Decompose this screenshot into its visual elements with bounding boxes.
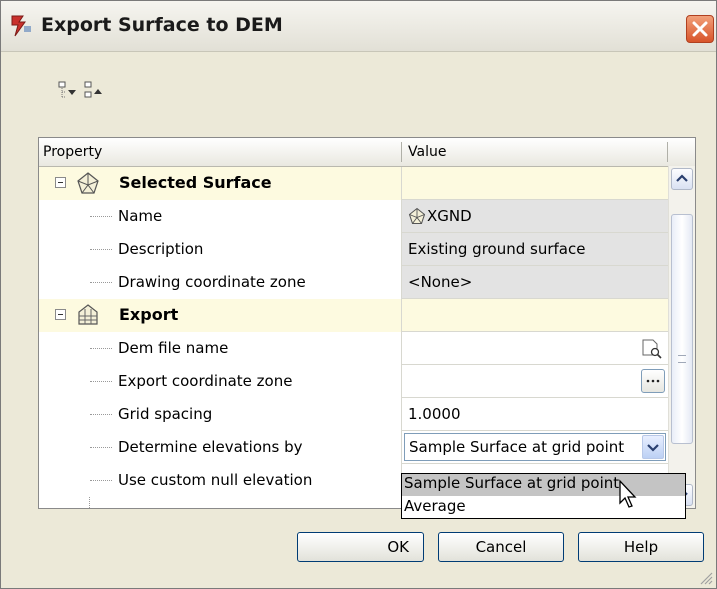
property-label: Use custom null elevation [118, 471, 313, 489]
chevron-down-icon [647, 444, 659, 452]
mouse-cursor-icon [619, 479, 637, 508]
property-row-determine-elevations-by[interactable]: Determine elevations by Sample Surface a… [39, 431, 668, 464]
category-label: Export [119, 305, 179, 324]
title-bar[interactable]: Export Surface to DEM [1, 1, 716, 52]
grid-spacing-input[interactable]: 1.0000 [408, 405, 461, 423]
property-label: Drawing coordinate zone [118, 273, 306, 291]
grid-header: Property Value [39, 138, 695, 167]
category-label: Selected Surface [119, 173, 272, 192]
surface-icon [408, 207, 426, 225]
scroll-up-button[interactable] [671, 168, 693, 190]
property-row-drawing-coordinate-zone[interactable]: Drawing coordinate zone <None> [39, 266, 668, 299]
help-button[interactable]: Help [578, 532, 704, 562]
surface-icon [77, 172, 99, 194]
category-export[interactable]: Export [39, 299, 668, 332]
property-value: XGND [427, 207, 472, 225]
dialog-title: Export Surface to DEM [41, 14, 283, 36]
expand-all-icon[interactable] [57, 80, 79, 102]
cancel-button[interactable]: Cancel [438, 532, 564, 562]
grip-icon [678, 355, 686, 363]
property-row-grid-spacing[interactable]: Grid spacing 1.0000 [39, 398, 668, 431]
resize-grip-icon[interactable] [697, 569, 713, 585]
elevation-method-dropdown-list: Sample Surface at grid point Average [401, 473, 686, 519]
elevation-method-select[interactable]: Sample Surface at grid point [404, 433, 666, 461]
dropdown-button[interactable] [642, 435, 664, 459]
selected-value: Sample Surface at grid point [409, 438, 625, 456]
property-row-name[interactable]: Name XGND [39, 200, 668, 233]
close-button[interactable] [686, 15, 714, 43]
property-value: <None> [408, 273, 473, 291]
ellipsis-button[interactable] [641, 369, 665, 393]
column-divider[interactable] [401, 142, 402, 162]
property-row-dem-file-name[interactable]: Dem file name [39, 332, 668, 365]
column-divider-end [667, 142, 668, 162]
ellipsis-icon [646, 379, 660, 383]
vertical-scrollbar[interactable] [668, 166, 695, 508]
property-label: Name [118, 207, 163, 225]
browse-file-button[interactable] [640, 336, 664, 360]
scroll-thumb[interactable] [671, 214, 693, 444]
category-selected-surface[interactable]: Selected Surface [39, 167, 668, 200]
property-label: Determine elevations by [118, 438, 303, 456]
value-column-header[interactable]: Value [408, 144, 446, 160]
export-surface-dialog: Export Surface to DEM Property Value Sel… [0, 0, 717, 589]
dropdown-option-sample-surface[interactable]: Sample Surface at grid point [402, 474, 685, 496]
chevron-up-icon [676, 174, 688, 182]
property-label: Dem file name [118, 339, 229, 357]
close-icon [692, 21, 708, 37]
property-label: Export coordinate zone [118, 372, 293, 390]
civil3d-app-icon [11, 15, 31, 37]
browse-file-icon [642, 339, 662, 359]
property-row-description[interactable]: Description Existing ground surface [39, 233, 668, 266]
grid-surface-icon [78, 304, 98, 325]
property-label: Description [118, 240, 204, 258]
ok-button[interactable]: OK [297, 532, 424, 562]
property-row-export-coordinate-zone[interactable]: Export coordinate zone [39, 365, 668, 398]
collapse-all-icon[interactable] [83, 80, 105, 102]
collapse-toggle[interactable] [55, 177, 66, 188]
dropdown-option-average[interactable]: Average [402, 497, 685, 519]
property-label: Grid spacing [118, 405, 213, 423]
property-value: Existing ground surface [408, 240, 586, 258]
property-grid: Property Value Selected Surface Name XGN… [38, 137, 696, 509]
property-column-header[interactable]: Property [43, 144, 102, 160]
collapse-toggle[interactable] [55, 309, 66, 320]
